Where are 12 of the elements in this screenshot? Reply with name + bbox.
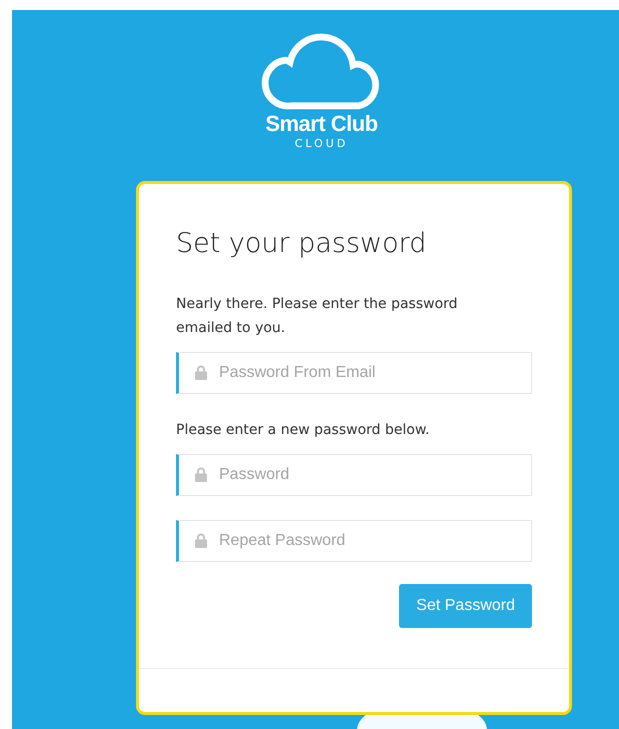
instruction-text: Nearly there. Please enter the password emailed to you. bbox=[176, 295, 459, 338]
instruction-text: Please enter a new password below. bbox=[176, 421, 431, 440]
card-title: Set your password bbox=[176, 228, 428, 260]
password-field[interactable]: Password bbox=[176, 454, 532, 496]
lock-icon bbox=[195, 533, 207, 548]
lock-icon bbox=[195, 467, 207, 482]
password-field[interactable]: Repeat Password bbox=[176, 520, 532, 562]
password-field[interactable]: Password From Email bbox=[176, 352, 532, 394]
logo-text: Smart Club bbox=[265, 113, 378, 135]
lock-icon bbox=[195, 365, 207, 380]
logo-tagline: CLOUD bbox=[294, 138, 348, 149]
set-password-button[interactable]: Set Password bbox=[399, 584, 532, 628]
